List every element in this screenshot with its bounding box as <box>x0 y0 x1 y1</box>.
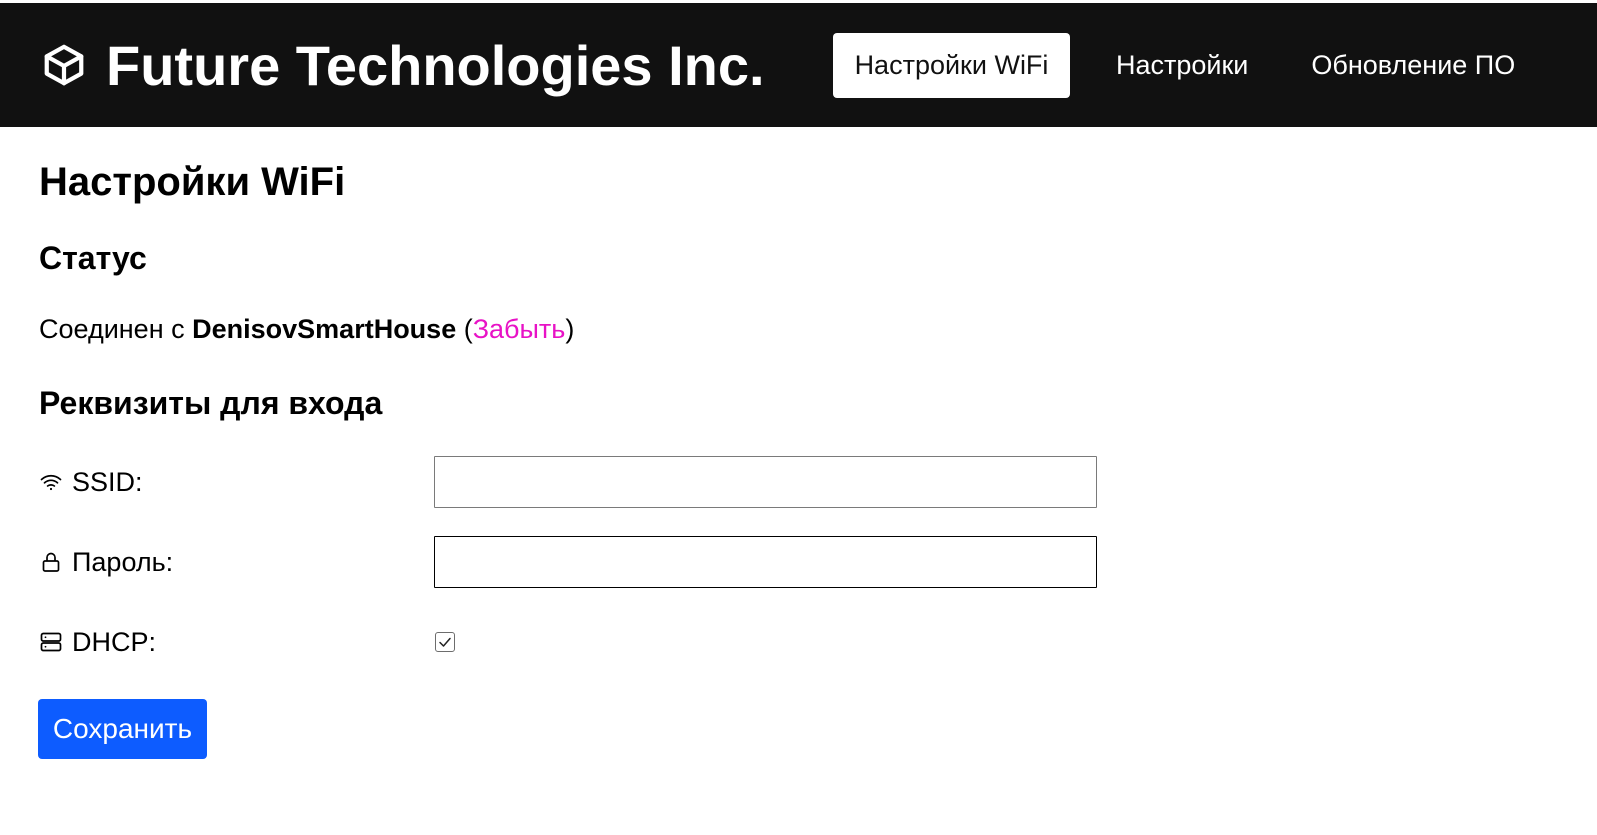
status-heading: Статус <box>39 240 147 276</box>
box-icon <box>40 41 88 89</box>
dhcp-row: DHCP: <box>38 616 455 668</box>
page-title: Настройки WiFi <box>39 160 346 204</box>
save-button[interactable]: Сохранить <box>38 699 207 759</box>
brand[interactable]: Future Technologies Inc. <box>40 3 765 127</box>
paren-open: ( <box>456 314 473 344</box>
connected-prefix: Соединен с <box>39 314 193 344</box>
ssid-label-text: SSID: <box>72 466 143 497</box>
top-navbar: Future Technologies Inc. Настройки WiFi … <box>0 3 1597 127</box>
dhcp-label-text: DHCP: <box>72 626 157 657</box>
nav-item-settings[interactable]: Настройки <box>1116 33 1248 98</box>
nav-item-wifi-settings[interactable]: Настройки WiFi <box>833 33 1070 98</box>
server-icon <box>38 629 64 655</box>
paren-close: ) <box>565 314 575 344</box>
credentials-heading: Реквизиты для входа <box>39 385 383 421</box>
ssid-input[interactable] <box>434 456 1097 508</box>
forget-network-link[interactable]: Забыть <box>473 314 566 344</box>
dhcp-checkbox[interactable] <box>435 632 455 652</box>
connection-status: Соединен с DenisovSmartHouse (Забыть) <box>39 314 574 345</box>
checkmark-icon <box>439 637 451 647</box>
wifi-icon <box>38 469 64 495</box>
brand-title: Future Technologies Inc. <box>106 33 765 97</box>
ssid-row: SSID: <box>38 456 1097 508</box>
nav-item-firmware-update[interactable]: Обновление ПО <box>1311 33 1515 98</box>
ssid-label: SSID: <box>38 467 434 498</box>
password-label: Пароль: <box>38 547 434 578</box>
lock-icon <box>38 549 64 575</box>
password-row: Пароль: <box>38 536 1097 588</box>
password-label-text: Пароль: <box>72 546 174 577</box>
connected-network-name: DenisovSmartHouse <box>192 314 457 344</box>
dhcp-label: DHCP: <box>38 627 434 658</box>
main-nav: Настройки WiFi Настройки Обновление ПО <box>833 33 1515 98</box>
password-input[interactable] <box>434 536 1097 588</box>
